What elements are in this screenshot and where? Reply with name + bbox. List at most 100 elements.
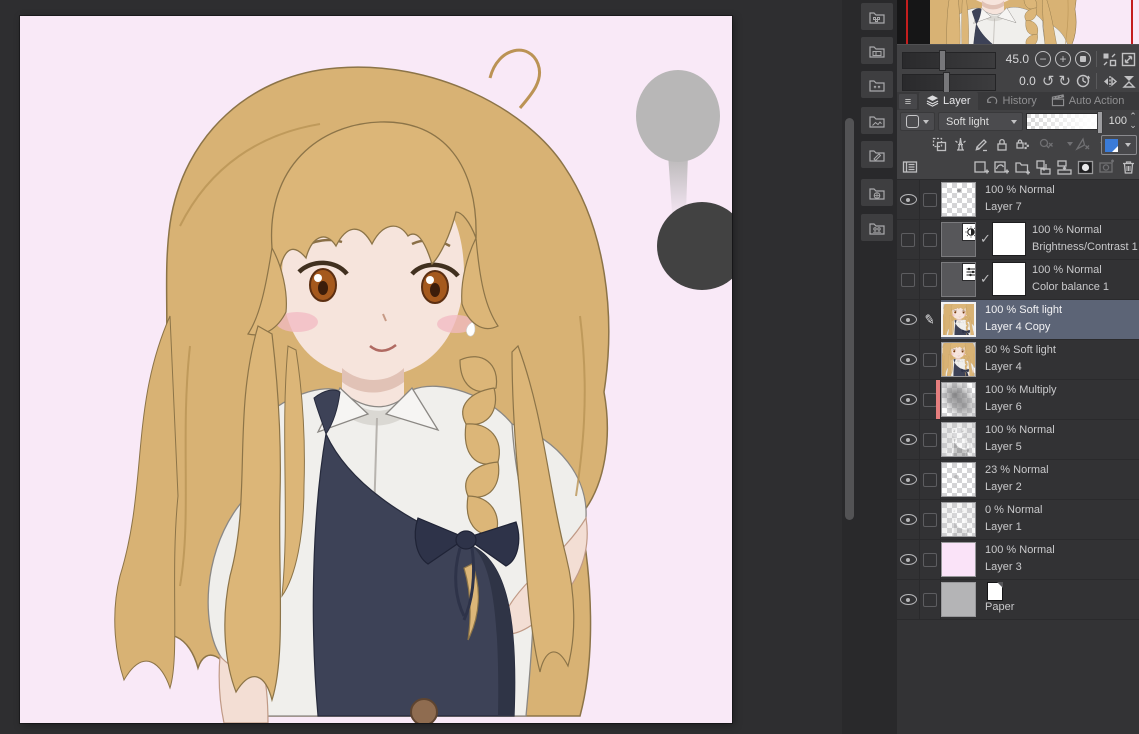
checkbox-icon[interactable] bbox=[923, 513, 937, 527]
layer-row[interactable]: 23 % Normal Layer 2 bbox=[897, 460, 1139, 500]
visibility-cell[interactable] bbox=[897, 380, 920, 419]
merge-to-lower-layer-button[interactable] bbox=[1054, 159, 1075, 176]
navigator-preview[interactable] bbox=[897, 0, 1139, 44]
eye-icon[interactable] bbox=[900, 554, 917, 565]
rotation-slider-handle[interactable] bbox=[943, 72, 950, 93]
select-cell[interactable] bbox=[919, 340, 941, 379]
checkbox-icon[interactable] bbox=[923, 193, 937, 207]
edit-materials-folder-icon[interactable] bbox=[861, 141, 893, 168]
transfer-to-lower-layer-button[interactable] bbox=[1033, 159, 1054, 176]
eye-icon[interactable] bbox=[900, 434, 917, 445]
pattern-materials-folder-icon[interactable] bbox=[861, 3, 893, 30]
select-cell[interactable] bbox=[919, 540, 941, 579]
layer-mask-thumbnail[interactable] bbox=[992, 222, 1026, 256]
visibility-cell[interactable] bbox=[897, 460, 920, 499]
pose-materials-folder-icon[interactable] bbox=[861, 214, 893, 241]
checkbox-icon[interactable] bbox=[923, 433, 937, 447]
image-materials-folder-icon[interactable] bbox=[861, 107, 893, 134]
visibility-cell[interactable] bbox=[897, 420, 920, 459]
visibility-cell[interactable] bbox=[897, 220, 920, 259]
select-cell[interactable] bbox=[919, 460, 941, 499]
new-raster-layer-button[interactable] bbox=[971, 159, 991, 176]
rotate-left-icon[interactable]: ↺ bbox=[1042, 74, 1055, 89]
blend-mode-dropdown[interactable]: Soft light bbox=[938, 112, 1023, 131]
layer-thumbnail[interactable] bbox=[941, 502, 976, 537]
clip-to-layer-below-icon[interactable] bbox=[929, 137, 950, 152]
layer-row-paper[interactable]: Paper bbox=[897, 580, 1139, 620]
adjustment-thumbnail[interactable] bbox=[941, 262, 976, 297]
drawing-canvas[interactable] bbox=[20, 16, 732, 723]
zoom-reset-button[interactable] bbox=[1075, 51, 1091, 67]
tab-layer[interactable]: Layer bbox=[919, 92, 978, 110]
new-layer-folder-button[interactable] bbox=[1012, 159, 1033, 176]
new-vector-layer-button[interactable] bbox=[991, 159, 1012, 176]
eye-icon[interactable] bbox=[900, 194, 917, 205]
select-cell[interactable] bbox=[919, 260, 941, 299]
adjustment-thumbnail[interactable] bbox=[941, 222, 976, 257]
checkbox-icon[interactable] bbox=[923, 273, 937, 287]
download-materials-folder-icon[interactable] bbox=[861, 71, 893, 98]
layer-row[interactable]: 100 % Normal Layer 5 bbox=[897, 420, 1139, 460]
layer-thumbnail[interactable] bbox=[941, 382, 976, 417]
eye-icon[interactable] bbox=[900, 354, 917, 365]
visibility-cell[interactable] bbox=[897, 260, 920, 299]
visibility-cell[interactable] bbox=[897, 540, 920, 579]
eye-icon[interactable] bbox=[900, 474, 917, 485]
eye-icon[interactable] bbox=[900, 394, 917, 405]
zoom-slider-handle[interactable] bbox=[939, 50, 946, 71]
rotate-right-icon[interactable]: ↻ bbox=[1058, 74, 1071, 89]
select-cell[interactable] bbox=[919, 580, 941, 619]
delete-layer-button[interactable] bbox=[1117, 159, 1139, 175]
opacity-slider[interactable] bbox=[1026, 113, 1103, 130]
layer-thumbnail[interactable] bbox=[941, 542, 976, 577]
checkbox-icon[interactable] bbox=[923, 553, 937, 567]
layer-thumbnail[interactable] bbox=[941, 422, 976, 457]
tab-auto-action[interactable]: Auto Action bbox=[1044, 92, 1132, 110]
thumbnail-size-dropdown[interactable] bbox=[900, 112, 935, 131]
lock-layer-icon[interactable] bbox=[992, 137, 1012, 152]
eye-icon[interactable] bbox=[900, 514, 917, 525]
tool-curve-disabled-dropdown[interactable] bbox=[1038, 135, 1075, 153]
reference-layer-icon[interactable] bbox=[950, 137, 971, 152]
apply-mask-disabled-button[interactable] bbox=[1096, 159, 1117, 176]
rotation-slider[interactable] bbox=[902, 74, 996, 91]
checkbox-icon[interactable] bbox=[923, 353, 937, 367]
layer-thumbnail[interactable] bbox=[941, 182, 976, 217]
checkbox-icon[interactable] bbox=[923, 473, 937, 487]
layer-row[interactable]: 100 % Multiply Layer 6 bbox=[897, 380, 1139, 420]
select-cell[interactable] bbox=[919, 220, 941, 259]
layer-color-dropdown[interactable] bbox=[1101, 135, 1137, 155]
visibility-cell[interactable] bbox=[897, 300, 920, 339]
scrollbar-thumb[interactable] bbox=[845, 118, 854, 520]
palette-options-icon[interactable] bbox=[898, 160, 922, 174]
layer-thumbnail[interactable] bbox=[941, 302, 976, 337]
zoom-slider[interactable] bbox=[902, 52, 996, 69]
visibility-cell[interactable] bbox=[897, 180, 920, 219]
layer-row[interactable]: 100 % Normal Layer 7 bbox=[897, 180, 1139, 220]
layout-materials-folder-icon[interactable] bbox=[861, 37, 893, 64]
fit-to-screen-icon[interactable] bbox=[1102, 52, 1117, 67]
checkbox-icon[interactable] bbox=[923, 393, 937, 407]
opacity-handle[interactable] bbox=[1097, 111, 1103, 134]
checkbox-icon[interactable] bbox=[923, 233, 937, 247]
3d-materials-folder-icon[interactable] bbox=[861, 179, 893, 206]
tab-history[interactable]: History bbox=[978, 92, 1044, 110]
select-cell[interactable] bbox=[919, 420, 941, 459]
flip-horizontal-icon[interactable] bbox=[1102, 74, 1118, 89]
zoom-out-button[interactable]: − bbox=[1035, 51, 1051, 67]
visibility-cell[interactable] bbox=[897, 580, 920, 619]
eye-icon[interactable] bbox=[900, 594, 917, 605]
layer-row[interactable]: 100 % Normal Layer 3 bbox=[897, 540, 1139, 580]
create-layer-mask-button[interactable] bbox=[1075, 159, 1096, 176]
palette-menu-icon[interactable]: ≡ bbox=[899, 94, 917, 109]
layer-row[interactable]: ✓ 100 % Normal Brightness/Contrast 1 bbox=[897, 220, 1139, 260]
hidden-eye-box[interactable] bbox=[901, 273, 915, 287]
layer-mask-thumbnail[interactable] bbox=[992, 262, 1026, 296]
zoom-in-button[interactable]: + bbox=[1055, 51, 1071, 67]
paper-thumbnail[interactable] bbox=[941, 582, 976, 617]
canvas-vertical-scrollbar[interactable] bbox=[842, 0, 857, 734]
select-cell[interactable] bbox=[919, 500, 941, 539]
select-cell[interactable]: ✎ bbox=[919, 300, 941, 339]
fit-to-window-icon[interactable] bbox=[1121, 52, 1136, 67]
hidden-eye-box[interactable] bbox=[901, 233, 915, 247]
